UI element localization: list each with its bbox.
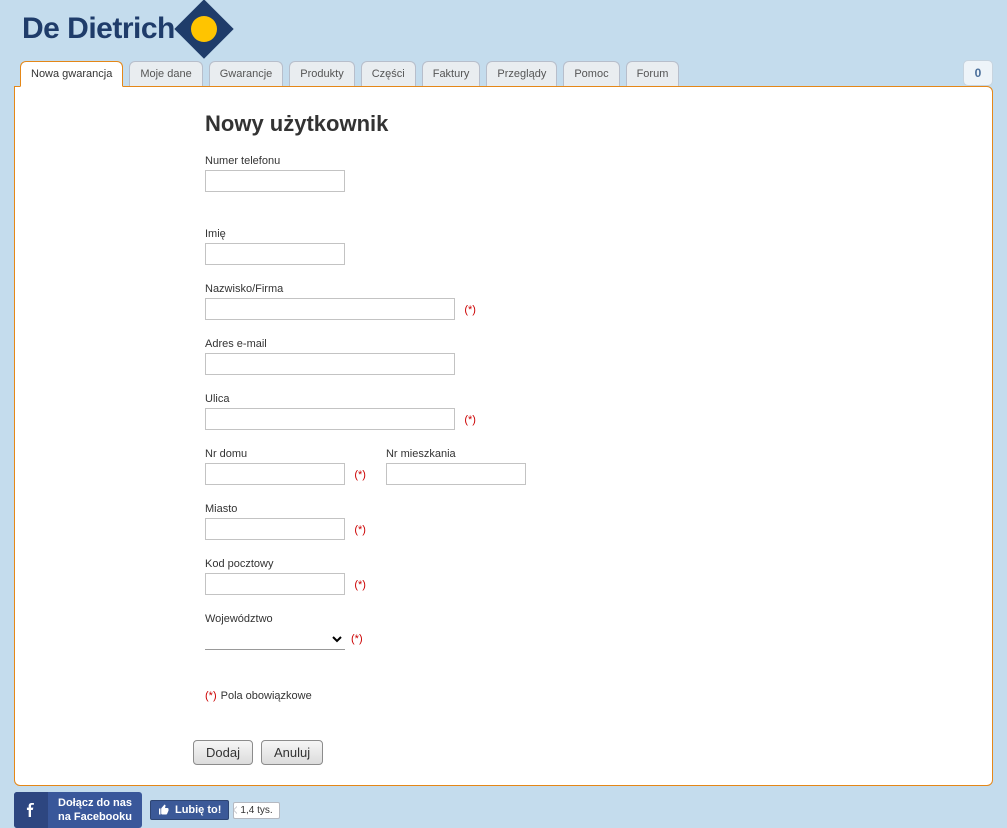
street-label: Ulica [205, 393, 972, 405]
tab-moje-dane[interactable]: Moje dane [129, 61, 202, 86]
postal-input[interactable] [205, 573, 345, 595]
tab-pomoc[interactable]: Pomoc [563, 61, 619, 86]
apt-no-input[interactable] [386, 463, 526, 485]
footer-bar: Dołącz do nas na Facebooku Lubię to! 1,4… [14, 792, 993, 828]
last-name-label: Nazwisko/Firma [205, 283, 972, 295]
street-input[interactable] [205, 408, 455, 430]
required-mark: (*) [464, 304, 476, 316]
tab-produkty[interactable]: Produkty [289, 61, 354, 86]
city-label: Miasto [205, 503, 972, 515]
facebook-join-button[interactable]: Dołącz do nas na Facebooku [14, 792, 142, 828]
tab-czesci[interactable]: Części [361, 61, 416, 86]
tab-nowa-gwarancja[interactable]: Nowa gwarancja [20, 61, 123, 87]
email-label: Adres e-mail [205, 338, 972, 350]
facebook-join-line2: na Facebooku [58, 810, 132, 824]
apt-no-label: Nr mieszkania [386, 448, 526, 460]
required-mark: (*) [354, 579, 366, 591]
facebook-icon [14, 792, 48, 828]
region-select[interactable] [205, 628, 345, 650]
required-mark: (*) [351, 633, 363, 645]
house-no-label: Nr domu [205, 448, 366, 460]
facebook-join-line1: Dołącz do nas [58, 796, 132, 810]
first-name-label: Imię [205, 228, 972, 240]
brand-logo-icon [171, 0, 236, 62]
region-label: Województwo [205, 613, 972, 625]
facebook-like-button[interactable]: Lubię to! [150, 800, 229, 820]
basket-count: 0 [975, 66, 982, 80]
required-mark: (*) [354, 524, 366, 536]
brand-name: De Dietrich [22, 12, 175, 46]
tab-forum[interactable]: Forum [626, 61, 680, 86]
phone-label: Numer telefonu [205, 155, 972, 167]
form-panel: Nowy użytkownik Numer telefonu Imię Nazw… [14, 86, 993, 786]
facebook-like-count: 1,4 tys. [233, 802, 279, 819]
required-mark: (*) [354, 469, 366, 481]
thumb-up-icon [158, 804, 170, 816]
page-title: Nowy użytkownik [205, 111, 972, 137]
tabs-bar: Nowa gwarancja Moje dane Gwarancje Produ… [14, 60, 993, 86]
last-name-input[interactable] [205, 298, 455, 320]
submit-button[interactable]: Dodaj [193, 740, 253, 765]
brand-header: De Dietrich [14, 6, 993, 60]
basket-indicator[interactable]: 0 [963, 60, 993, 86]
required-mark: (*) [464, 414, 476, 426]
house-no-input[interactable] [205, 463, 345, 485]
required-note: (*)Pola obowiązkowe [205, 690, 972, 702]
city-input[interactable] [205, 518, 345, 540]
postal-label: Kod pocztowy [205, 558, 972, 570]
first-name-input[interactable] [205, 243, 345, 265]
tab-przeglady[interactable]: Przeglądy [486, 61, 557, 86]
tab-faktury[interactable]: Faktury [422, 61, 481, 86]
tab-gwarancje[interactable]: Gwarancje [209, 61, 284, 86]
facebook-like-label: Lubię to! [175, 804, 221, 816]
cancel-button[interactable]: Anuluj [261, 740, 323, 765]
phone-input[interactable] [205, 170, 345, 192]
email-input[interactable] [205, 353, 455, 375]
